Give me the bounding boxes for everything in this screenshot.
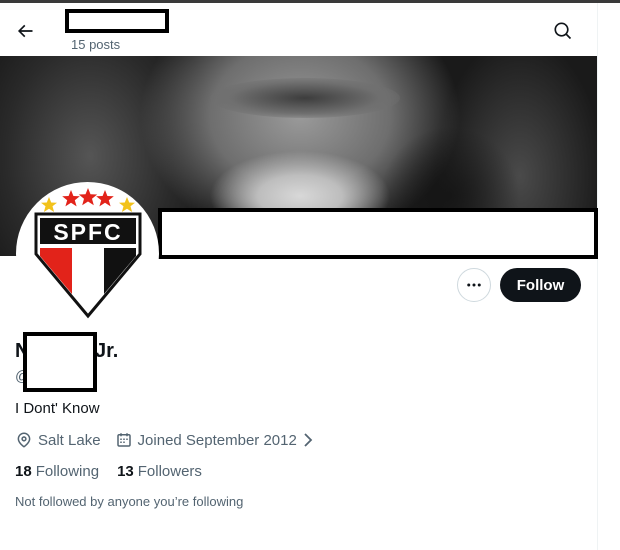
following-label: Following (35, 463, 100, 480)
post-count: 15 posts (71, 37, 121, 52)
following-count: 18 (15, 463, 32, 480)
redaction-box (158, 208, 598, 259)
follow-counts: 18 Following 13 Followers (15, 463, 220, 480)
followers-count: 13 (117, 463, 134, 480)
joined-text: Joined September 2012 (137, 431, 297, 449)
header-display-name-redacted (65, 9, 169, 33)
spfc-crest-logo: SPFC (34, 187, 141, 318)
redaction-box-name (23, 332, 97, 392)
more-horizontal-icon (467, 283, 481, 287)
display-name-end: Jr. (95, 340, 119, 362)
joined-item[interactable]: Joined September 2012 (115, 431, 315, 449)
search-button[interactable] (547, 15, 579, 47)
location-text: Salt Lake (38, 431, 101, 449)
profile-bio: I Dont' Know (15, 400, 100, 417)
not-followed-notice: Not followed by anyone you’re following (15, 494, 244, 509)
calendar-icon (116, 433, 131, 447)
search-icon (554, 22, 572, 40)
avatar[interactable]: SPFC (16, 182, 159, 325)
followers-label: Followers (137, 463, 202, 480)
more-options-button[interactable] (457, 268, 491, 302)
crest-text: SPFC (53, 219, 122, 245)
column-divider (597, 3, 598, 550)
back-button[interactable] (9, 15, 41, 47)
profile-meta: Salt Lake Joined September 2012 (15, 430, 329, 450)
chevron-right-icon (304, 433, 313, 447)
followers-link[interactable]: 13 Followers (117, 463, 202, 480)
location-pin-icon (17, 432, 31, 448)
location-item: Salt Lake (15, 431, 101, 449)
follow-button[interactable]: Follow (500, 268, 581, 302)
profile-header: 15 posts (0, 3, 597, 56)
following-link[interactable]: 18 Following (15, 463, 99, 480)
arrow-left-icon (17, 24, 33, 38)
